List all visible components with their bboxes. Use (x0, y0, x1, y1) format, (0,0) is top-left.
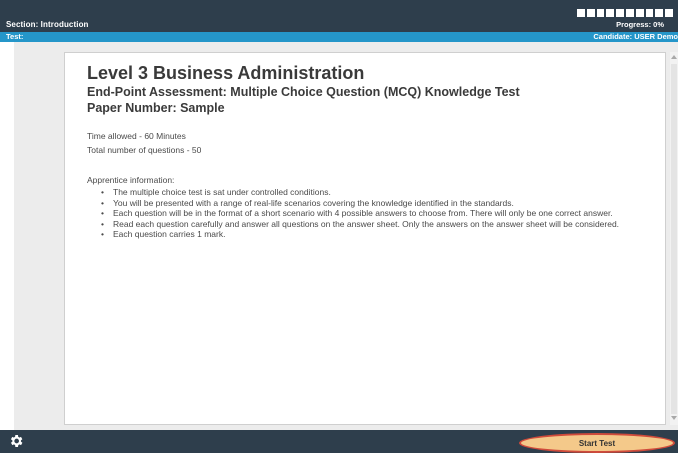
left-strip (0, 42, 14, 430)
apprentice-heading: Apprentice information: (87, 175, 175, 185)
sub-bar: Test: Candidate: USER Demo (0, 32, 678, 42)
list-item: Read each question carefully and answer … (101, 219, 661, 230)
list-item: You will be presented with a range of re… (101, 198, 661, 209)
apprentice-info-list: The multiple choice test is sat under co… (101, 187, 661, 240)
list-item: The multiple choice test is sat under co… (101, 187, 661, 198)
instructions-panel: Level 3 Business Administration End-Poin… (64, 52, 666, 425)
section-label: Section: Introduction (6, 20, 89, 29)
test-label: Test: (6, 32, 24, 41)
scroll-down-arrow-icon[interactable] (671, 416, 677, 420)
page-title: Level 3 Business Administration (87, 63, 365, 83)
start-test-button[interactable]: Start Test (519, 433, 675, 453)
top-bar: Section: Introduction Progress: 0% (0, 0, 678, 32)
progress-text: Progress: 0% (616, 20, 664, 29)
candidate-label: Candidate: USER Demo (593, 32, 678, 41)
vertical-scrollbar[interactable] (670, 52, 678, 425)
scroll-up-arrow-icon[interactable] (671, 55, 677, 59)
progress-indicator (577, 9, 673, 17)
total-questions: Total number of questions - 50 (87, 145, 202, 155)
list-item: Each question will be in the format of a… (101, 208, 661, 219)
paper-number: Paper Number: Sample (87, 101, 225, 115)
time-allowed: Time allowed - 60 Minutes (87, 131, 186, 141)
assessment-subtitle: End-Point Assessment: Multiple Choice Qu… (87, 85, 520, 99)
bottom-bar: Start Test (0, 430, 678, 453)
scroll-thumb[interactable] (671, 64, 677, 414)
list-item: Each question carries 1 mark. (101, 229, 661, 240)
gear-icon[interactable] (8, 433, 24, 449)
